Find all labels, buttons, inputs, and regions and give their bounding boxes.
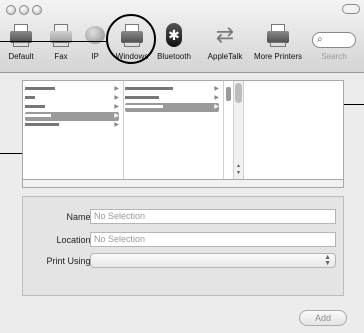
list-item[interactable]: ▶ (25, 121, 119, 130)
scroll-arrows-icon[interactable]: ▲ ▼ (234, 163, 243, 177)
scroll-thumb[interactable] (235, 83, 242, 103)
chevron-up-down-icon: ▲ ▼ (324, 254, 331, 267)
toolbar-default-button[interactable]: Default (2, 22, 40, 68)
toolbar-fax-button[interactable]: Fax (44, 22, 78, 68)
more-printers-icon (264, 22, 292, 48)
host-column[interactable]: ▶ ▶ ▶ (123, 81, 224, 179)
list-item-selected[interactable]: ▶ (25, 112, 119, 121)
print-using-popup[interactable]: ▲ ▼ (90, 253, 336, 268)
toolbar-bluetooth-button[interactable]: ✱ Bluetooth (150, 22, 198, 68)
list-item-selected[interactable]: ▶ (125, 103, 219, 112)
name-label: Name: (66, 212, 93, 222)
toolbar-more-printers-label: More Printers (253, 52, 302, 61)
print-using-label: Print Using: (46, 256, 93, 266)
toolbar-appletalk-button[interactable]: ⇄ AppleTalk (200, 22, 250, 68)
list-item[interactable]: ▶ (25, 94, 119, 103)
toolbar-toggle-button[interactable] (342, 4, 360, 14)
close-window-button[interactable] (6, 5, 16, 15)
toolbar-search-label: Search (321, 52, 347, 61)
fax-icon (47, 22, 75, 48)
network-browser[interactable]: ▶ ▶ ▶ ▶ ▶ ▶ ▶ ▶ ▲ ▼ (22, 80, 344, 180)
toolbar-fax-label: Fax (54, 52, 68, 61)
add-button[interactable]: Add (299, 310, 347, 326)
location-label: Location: (56, 235, 93, 245)
toolbar-more-printers-button[interactable]: More Printers (250, 22, 306, 68)
list-item[interactable]: ▶ (125, 85, 219, 94)
location-field[interactable]: No Selection (90, 232, 336, 247)
toolbar-appletalk-label: AppleTalk (207, 52, 243, 61)
callout-circle (106, 14, 156, 64)
search-icon: ⌕ (317, 34, 323, 45)
ip-printer-icon (81, 22, 109, 48)
horizontal-scrollbar[interactable] (22, 180, 344, 188)
bluetooth-icon: ✱ (166, 23, 182, 47)
list-item[interactable]: ▶ (25, 103, 119, 112)
zoom-window-button[interactable] (32, 5, 42, 15)
callout-line (0, 41, 108, 42)
toolbar-bluetooth-label: Bluetooth (157, 52, 191, 61)
name-field[interactable]: No Selection (90, 209, 336, 224)
minimize-window-button[interactable] (19, 5, 29, 15)
toolbar: Default Fax IP Windows ✱ Bluetooth ⇄ App… (0, 0, 364, 73)
default-printer-icon (7, 22, 35, 48)
add-printer-window: Default Fax IP Windows ✱ Bluetooth ⇄ App… (0, 0, 364, 333)
list-item[interactable]: ▶ (25, 85, 119, 94)
appletalk-icon: ⇄ (215, 22, 235, 47)
workgroup-column[interactable]: ▶ ▶ ▶ ▶ ▶ (23, 81, 124, 179)
toolbar-ip-button[interactable]: IP (80, 22, 110, 68)
list-item[interactable]: ▶ (125, 94, 219, 103)
printer-details-panel: Name: No Selection Location: No Selectio… (22, 196, 344, 296)
toolbar-default-label: Default (8, 52, 34, 61)
search-input[interactable]: ⌕ (312, 32, 356, 48)
vertical-scrollbar[interactable]: ▲ ▼ (233, 81, 243, 179)
toolbar-ip-label: IP (91, 52, 99, 61)
